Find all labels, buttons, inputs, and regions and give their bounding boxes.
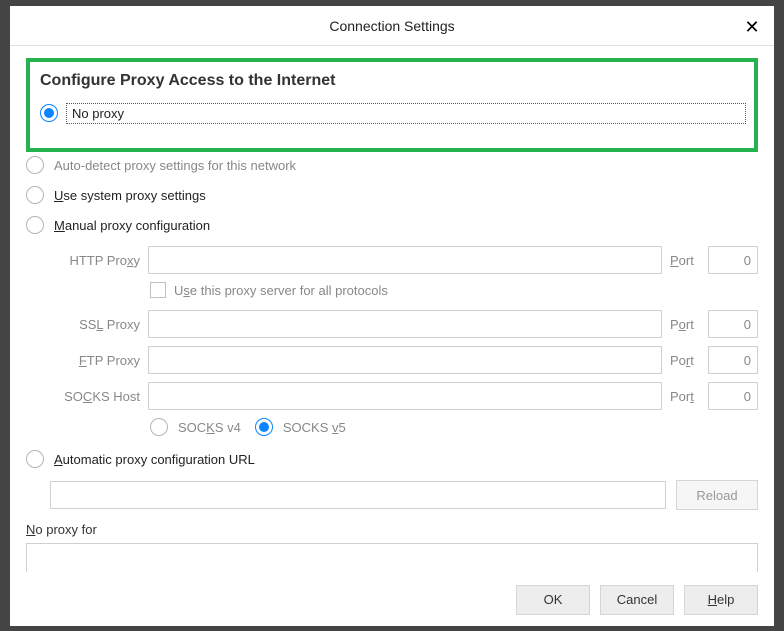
ssl-port-label: Port: [670, 317, 700, 332]
pac-url-input[interactable]: [50, 481, 666, 509]
manual-proxy-fields: HTTP Proxy Port Use this proxy server fo…: [50, 246, 758, 436]
http-proxy-row: HTTP Proxy Port: [50, 246, 758, 274]
radio-label-auto-detect: Auto-detect proxy settings for this netw…: [54, 158, 296, 173]
highlighted-section: Configure Proxy Access to the Internet N…: [26, 58, 758, 152]
radio-system-proxy[interactable]: Use system proxy settings: [26, 186, 758, 204]
ssl-port-input[interactable]: [708, 310, 758, 338]
http-port-input[interactable]: [708, 246, 758, 274]
radio-no-proxy[interactable]: No proxy: [40, 104, 744, 122]
help-button[interactable]: Help: [684, 585, 758, 615]
radio-icon: [26, 186, 44, 204]
share-proxy-row[interactable]: Use this proxy server for all protocols: [150, 282, 758, 298]
socks-host-label: SOCKS Host: [50, 389, 140, 404]
ftp-port-label: Port: [670, 353, 700, 368]
ssl-proxy-input[interactable]: [148, 310, 662, 338]
ftp-port-input[interactable]: [708, 346, 758, 374]
reload-button[interactable]: Reload: [676, 480, 758, 510]
ssl-proxy-label: SSL Proxy: [50, 317, 140, 332]
radio-auto-pac[interactable]: Automatic proxy configuration URL: [26, 450, 758, 468]
ftp-proxy-input[interactable]: [148, 346, 662, 374]
radio-label-system: Use system proxy settings: [54, 188, 206, 203]
socks-v5-label: SOCKS v5: [283, 420, 346, 435]
radio-icon: [26, 156, 44, 174]
radio-icon: [255, 418, 273, 436]
radio-label-pac: Automatic proxy configuration URL: [54, 452, 255, 467]
socks-version-row: SOCKS v4 SOCKS v5: [150, 418, 758, 436]
radio-label-no-proxy: No proxy: [68, 105, 744, 122]
radio-icon: [26, 450, 44, 468]
radio-icon: [40, 104, 58, 122]
close-icon: ✕: [744, 17, 759, 37]
socks-port-label: Port: [670, 389, 700, 404]
radio-socks-v4[interactable]: SOCKS v4: [150, 418, 241, 436]
share-proxy-label: Use this proxy server for all protocols: [174, 283, 388, 298]
connection-settings-dialog: Connection Settings ✕ Configure Proxy Ac…: [10, 6, 774, 626]
ok-button[interactable]: OK: [516, 585, 590, 615]
radio-label-manual: Manual proxy configuration: [54, 218, 210, 233]
socks-port-input[interactable]: [708, 382, 758, 410]
close-button[interactable]: ✕: [738, 12, 766, 40]
window-backdrop: Connection Settings ✕ Configure Proxy Ac…: [0, 0, 784, 631]
no-proxy-for-input[interactable]: [26, 543, 758, 572]
title-bar: Connection Settings ✕: [10, 6, 774, 46]
radio-manual-proxy[interactable]: Manual proxy configuration: [26, 216, 758, 234]
dialog-content-scroll[interactable]: Configure Proxy Access to the Internet N…: [10, 46, 774, 572]
socks-host-row: SOCKS Host Port: [50, 382, 758, 410]
checkbox-icon: [150, 282, 166, 298]
radio-socks-v5[interactable]: SOCKS v5: [255, 418, 346, 436]
dialog-button-bar: OK Cancel Help: [10, 572, 774, 626]
radio-auto-detect[interactable]: Auto-detect proxy settings for this netw…: [26, 156, 758, 174]
http-proxy-input[interactable]: [148, 246, 662, 274]
ssl-proxy-row: SSL Proxy Port: [50, 310, 758, 338]
ftp-proxy-label: FTP Proxy: [50, 353, 140, 368]
http-port-label: Port: [670, 253, 700, 268]
cancel-button[interactable]: Cancel: [600, 585, 674, 615]
http-proxy-label: HTTP Proxy: [50, 253, 140, 268]
ftp-proxy-row: FTP Proxy Port: [50, 346, 758, 374]
dialog-title: Connection Settings: [329, 18, 454, 34]
radio-icon: [26, 216, 44, 234]
no-proxy-for-label: No proxy for: [26, 522, 758, 537]
pac-url-row: Reload: [50, 480, 758, 510]
section-heading: Configure Proxy Access to the Internet: [40, 72, 744, 90]
radio-icon: [150, 418, 168, 436]
socks-v4-label: SOCKS v4: [178, 420, 241, 435]
socks-host-input[interactable]: [148, 382, 662, 410]
